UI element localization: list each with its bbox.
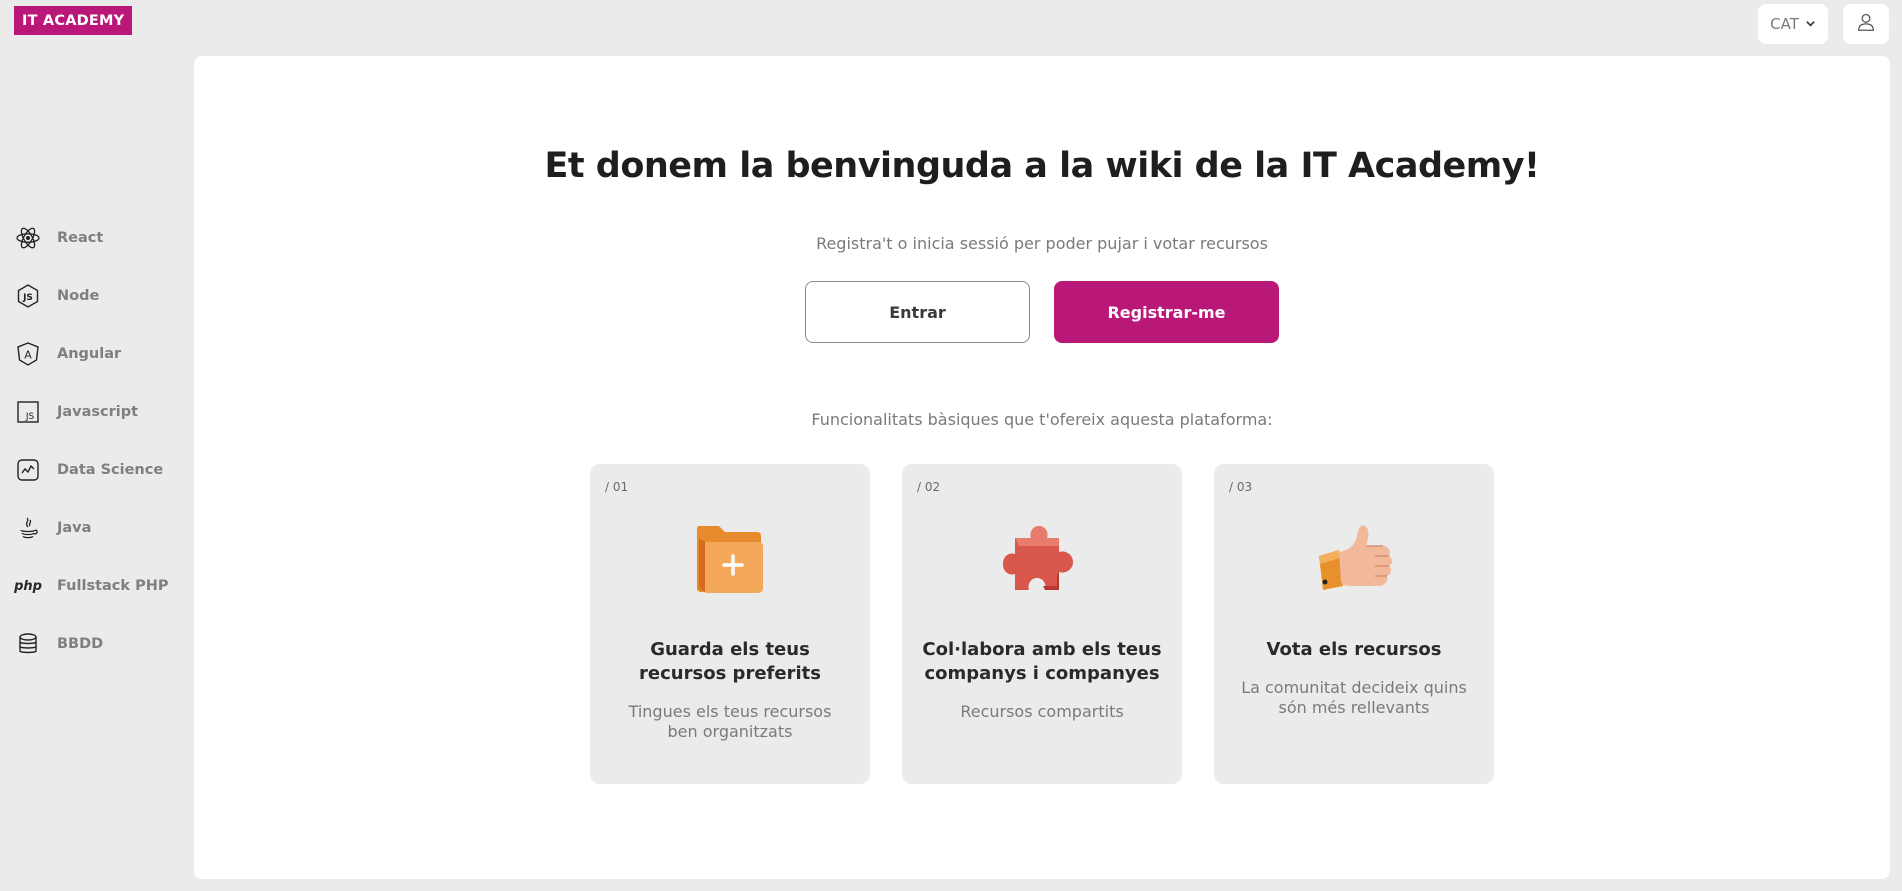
feature-card: / 03 Vota els recursos La comunitat deci… — [1214, 464, 1494, 784]
chevron-down-icon — [1805, 15, 1816, 33]
sidebar-item-fullstack-php[interactable]: php Fullstack PHP — [14, 571, 169, 601]
php-icon-text: php — [14, 578, 42, 594]
register-button[interactable]: Registrar-me — [1054, 281, 1279, 343]
language-select[interactable]: CAT — [1758, 4, 1828, 44]
sidebar-item-label: Data Science — [57, 462, 164, 478]
feature-card: / 01 Guarda els teus recursos preferits … — [590, 464, 870, 784]
react-icon — [15, 225, 41, 251]
sidebar-item-label: Fullstack PHP — [57, 578, 169, 594]
data-science-icon — [15, 457, 41, 483]
card-description: La comunitat decideix quins són més rell… — [1241, 678, 1467, 717]
feature-card: / 02 Col·labora amb els teus companys i … — [902, 464, 1182, 784]
sidebar-item-data-science[interactable]: Data Science — [15, 455, 163, 485]
sidebar-item-label: Node — [57, 288, 100, 304]
card-description: Tingues els teus recursos ben organitzat… — [628, 702, 832, 741]
card-title: Guarda els teus recursos preferits — [639, 639, 821, 684]
page-title: Et donem la benvinguda a la wiki de la I… — [544, 146, 1540, 186]
card-number: / 03 — [1229, 480, 1253, 494]
puzzle-icon — [902, 516, 1182, 600]
sidebar-item-react[interactable]: React — [15, 223, 103, 253]
svg-text:JS: JS — [22, 293, 33, 303]
card-title: Col·labora amb els teus companys i compa… — [922, 639, 1162, 684]
language-selected: CAT — [1770, 15, 1799, 33]
database-icon — [15, 631, 41, 657]
java-icon — [15, 515, 41, 541]
sidebar: React JS Node A Angular JS Javascript Da… — [0, 0, 190, 891]
page-subtitle: Registra't o inicia sessió per poder puj… — [816, 234, 1268, 253]
sidebar-item-label: Angular — [57, 346, 122, 362]
sidebar-item-bbdd[interactable]: BBDD — [15, 629, 103, 659]
sidebar-item-label: BBDD — [57, 636, 104, 652]
sidebar-item-angular[interactable]: A Angular — [15, 339, 121, 369]
sidebar-item-javascript[interactable]: JS Javascript — [15, 397, 138, 427]
sidebar-item-label: Java — [57, 520, 92, 536]
sidebar-item-label: React — [57, 230, 104, 246]
sidebar-item-label: Javascript — [57, 404, 139, 420]
angular-icon: A — [15, 341, 41, 367]
folder-icon — [590, 516, 870, 600]
card-number: / 01 — [605, 480, 629, 494]
user-icon — [1855, 11, 1877, 38]
sidebar-item-java[interactable]: Java — [15, 513, 91, 543]
card-title: Vota els recursos — [1266, 639, 1442, 660]
node-icon: JS — [15, 283, 41, 309]
php-icon: php — [14, 573, 42, 599]
main-panel: Et donem la benvinguda a la wiki de la I… — [194, 56, 1890, 879]
javascript-icon: JS — [15, 399, 41, 425]
thumbs-up-icon — [1214, 516, 1494, 600]
card-description: Recursos compartits — [960, 702, 1124, 721]
login-button[interactable]: Entrar — [805, 281, 1030, 343]
features-heading: Funcionalitats bàsiques que t'ofereix aq… — [811, 410, 1273, 429]
svg-text:A: A — [24, 349, 32, 362]
sidebar-item-node[interactable]: JS Node — [15, 281, 99, 311]
user-button[interactable] — [1843, 4, 1889, 44]
card-number: / 02 — [917, 480, 941, 494]
svg-text:JS: JS — [25, 412, 35, 422]
